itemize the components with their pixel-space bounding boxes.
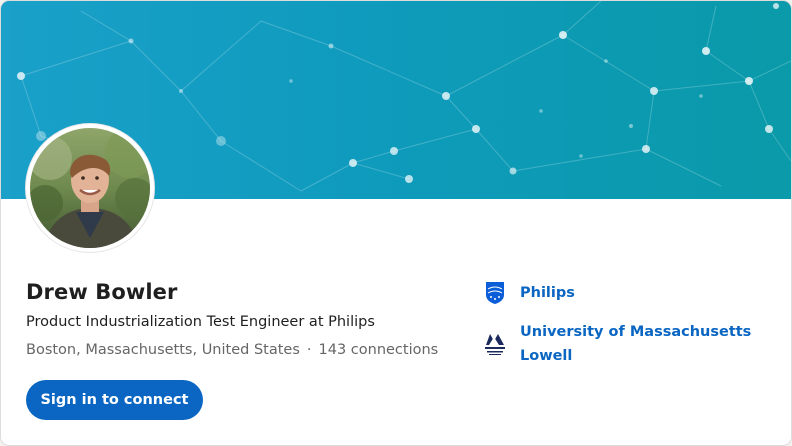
- experience-item-philips[interactable]: Philips: [485, 281, 770, 305]
- philips-logo-icon: [485, 281, 505, 305]
- profile-location: Boston, Massachusetts, United States: [26, 342, 300, 358]
- meta-separator: ·: [306, 342, 312, 358]
- education-item-umass-lowell[interactable]: University of Massachusetts Lowell: [485, 320, 770, 368]
- education-label-umass-lowell[interactable]: University of Massachusetts Lowell: [520, 320, 770, 368]
- profile-connections: 143 connections: [318, 342, 439, 358]
- profile-headline: Product Industrialization Test Engineer …: [26, 314, 375, 330]
- sign-in-to-connect-button[interactable]: Sign in to connect: [26, 380, 203, 420]
- profile-name: Drew Bowler: [26, 280, 178, 304]
- profile-card: Drew Bowler Product Industrialization Te…: [0, 0, 792, 446]
- profile-photo: [30, 128, 150, 248]
- umass-lowell-logo-icon: [485, 332, 505, 356]
- experience-label-philips[interactable]: Philips: [520, 281, 770, 305]
- profile-meta: Boston, Massachusetts, United States · 143…: [26, 342, 438, 358]
- avatar: [26, 124, 154, 252]
